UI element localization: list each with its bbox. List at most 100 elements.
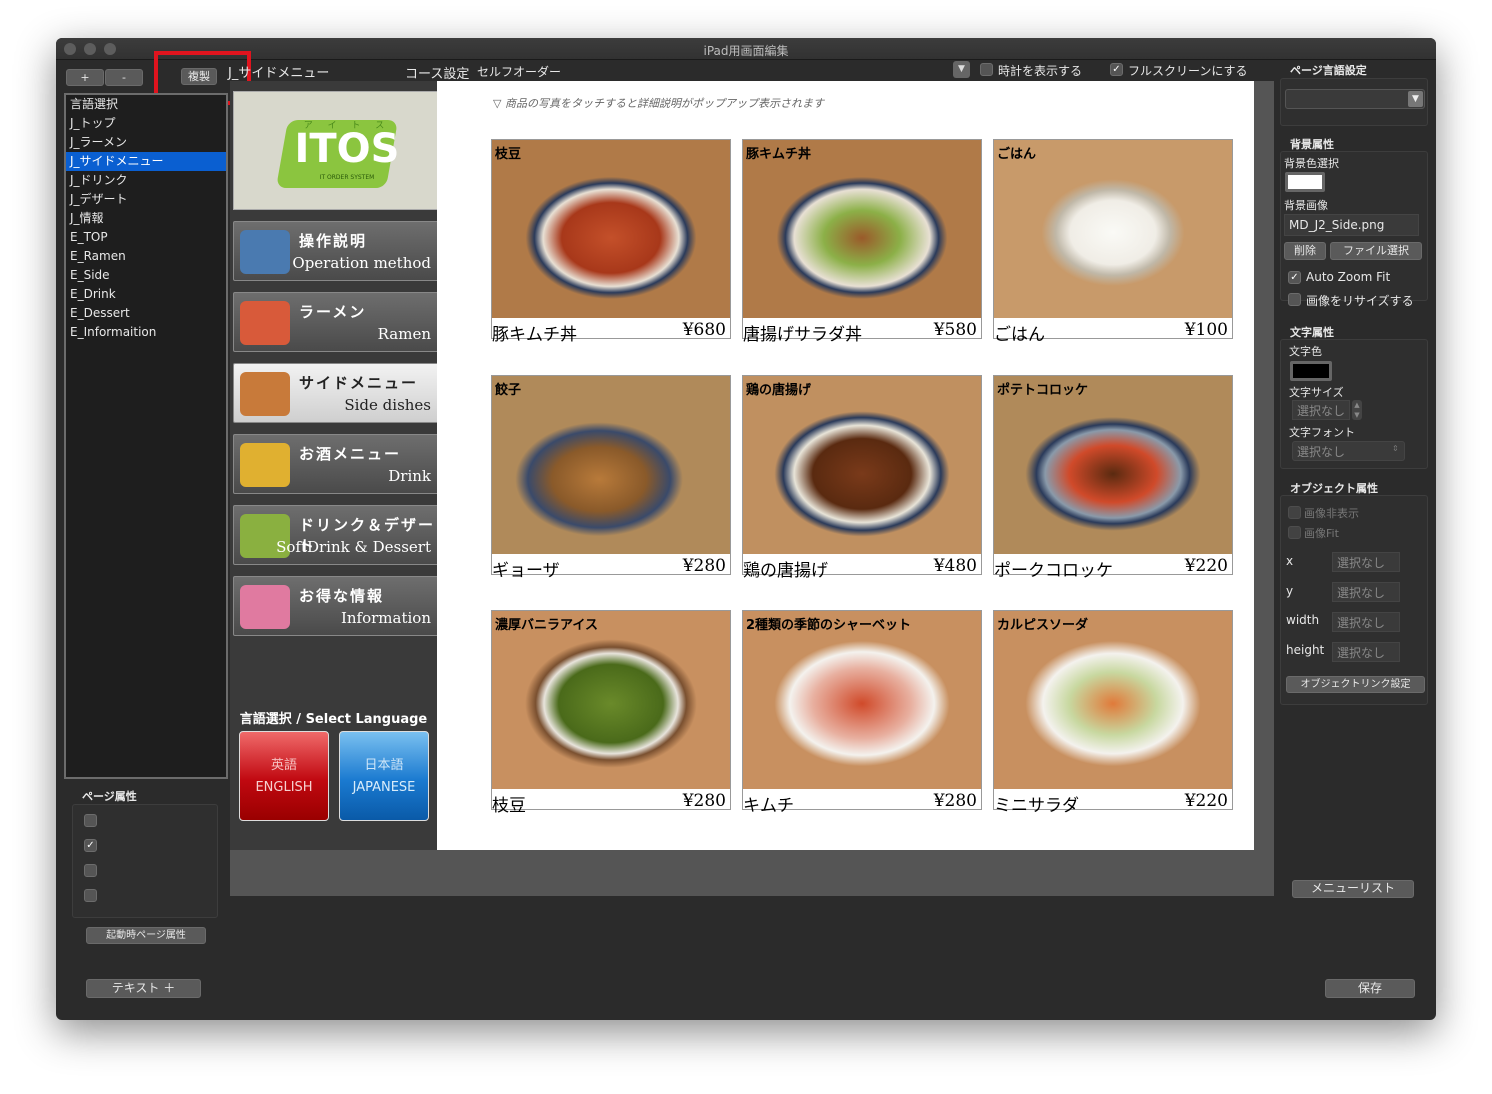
menu-item-photo[interactable] [994,140,1232,318]
hide-image-label: 画像非表示 [1304,507,1359,520]
bg-color-swatch[interactable] [1285,172,1325,192]
show-clock-checkbox[interactable] [980,63,993,76]
language-title: 言語選択 / Select Language [239,712,428,727]
menu-item-card[interactable]: 豚キムチ丼 唐揚げサラダ丼 ¥580 [742,139,982,345]
nav-button-operation[interactable]: 操作説明 Operation method [233,221,452,281]
nav-button-ramen[interactable]: ラーメン Ramen [233,292,452,352]
japanese-button-jp: 日本語 [364,758,404,773]
menu-item-photo[interactable] [994,376,1232,554]
delete-button[interactable]: 削除 [1284,242,1326,260]
nav-button-softdrink-dessert[interactable]: ドリンク＆デザート SoftDrink & Dessert [233,505,452,565]
app-window: iPad用画面編集 + - 複製 J_サイドメニュー コース設定 セルフオーダー… [56,38,1436,1020]
page-list-item[interactable]: E_Drink [66,285,226,304]
page-prop-checkbox-3[interactable] [84,864,97,877]
menu-item-photo[interactable] [743,140,981,318]
menu-item-photo[interactable] [994,611,1232,789]
hide-image-checkbox[interactable] [1288,506,1301,519]
page-list-item[interactable]: J_ラーメン [66,133,226,152]
menu-item-price: ¥280 [682,791,726,811]
page-list-item[interactable]: J_サイドメニュー [66,152,226,171]
page-lang-select[interactable] [1285,89,1425,109]
english-button[interactable]: 英語 ENGLISH [239,731,329,821]
page-lang-title: ページ言語設定 [1290,64,1367,77]
menu-item-card[interactable]: ポテトコロッケ ポークコロッケ ¥220 [993,375,1233,581]
page-list-item[interactable]: J_トップ [66,114,226,133]
nav-label-jp: お得な情報 [299,587,385,605]
menu-item-name: 枝豆 [492,796,526,816]
menu-item-card[interactable]: 枝豆 豚キムチ丼 ¥680 [491,139,731,345]
width-field[interactable]: 選択なし [1332,612,1400,632]
nav-label-en: Operation method [292,254,431,272]
text-color-swatch[interactable] [1290,361,1332,381]
page-list-item[interactable]: J_ドリンク [66,171,226,190]
nav-button-side-dishes[interactable]: サイドメニュー Side dishes [233,363,452,423]
menu-item-photo[interactable] [743,376,981,554]
menu-item-photo[interactable] [492,376,730,554]
y-field[interactable]: 選択なし [1332,582,1400,602]
fullscreen-checkbox[interactable]: ✓ [1110,63,1123,76]
menu-item-photo[interactable] [492,611,730,789]
menu-item-card[interactable]: 2種類の季節のシャーベット キムチ ¥280 [742,610,982,816]
japanese-button-label: JAPANESE [352,780,416,795]
menu-item-photo-label: 枝豆 [495,147,522,162]
nav-operation-icon [240,230,290,274]
page-list-item[interactable]: E_Ramen [66,247,226,266]
menu-item-card[interactable]: 濃厚バニラアイス 枝豆 ¥280 [491,610,731,816]
menu-item-name: 豚キムチ丼 [492,325,577,345]
menu-item-photo[interactable] [492,140,730,318]
ipad-canvas: ITOS ア イ ト ス IT ORDER SYSTEM 操作説明 Operati… [230,81,1274,896]
page-list-item[interactable]: E_Dessert [66,304,226,323]
japanese-button[interactable]: 日本語 JAPANESE [339,731,429,821]
menu-item-card[interactable]: 鶏の唐揚げ 鶏の唐揚げ ¥480 [742,375,982,581]
save-button[interactable]: 保存 [1325,979,1415,998]
add-page-button[interactable]: + [66,69,104,86]
bg-image-field[interactable]: MD_J2_Side.png [1284,214,1419,236]
x-field[interactable]: 選択なし [1332,552,1400,572]
menu-item-price: ¥280 [682,556,726,576]
logo-panel[interactable]: ITOS ア イ ト ス IT ORDER SYSTEM [233,91,454,210]
menu-item-name: 鶏の唐揚げ [743,561,828,581]
page-list[interactable]: 言語選択 J_トップ J_ラーメン J_サイドメニュー J_ドリンク J_デザート J_情報… [64,93,228,779]
nav-button-information[interactable]: お得な情報 Information [233,576,452,636]
nav-button-drink[interactable]: お酒メニュー Drink [233,434,452,494]
logo-ruby: ア イ ト ス [303,121,391,131]
text-font-select[interactable]: 選択なし [1292,441,1405,461]
obj-title: オブジェクト属性 [1290,482,1378,495]
page-name-field[interactable]: J_サイドメニュー [228,62,329,81]
page-prop-checkbox-4[interactable] [84,889,97,902]
file-select-button[interactable]: ファイル選択 [1330,242,1422,260]
menu-item-card[interactable]: 餃子 ギョーザ ¥280 [491,375,731,581]
page-lang-chevron-icon[interactable]: ▼ [1408,91,1423,107]
course-dropdown-chevron-icon[interactable]: ▼ [953,61,970,78]
page-list-item[interactable]: E_TOP [66,228,226,247]
x-label: x [1286,554,1294,568]
resize-checkbox[interactable] [1288,293,1301,306]
page-list-item[interactable]: J_デザート [66,190,226,209]
nav-drink-icon [240,443,290,487]
nav-label-en: Side dishes [344,396,431,414]
menu-item-card[interactable]: ごはん ごはん ¥100 [993,139,1233,345]
page-prop-checkbox-1[interactable] [84,814,97,827]
text-size-stepper-icon[interactable]: ▲ ▼ [1352,400,1362,420]
menu-item-photo-label: カルピスソーダ [997,618,1089,633]
text-size-field[interactable]: 選択なし [1292,400,1350,420]
menu-item-photo[interactable] [743,611,981,789]
startup-page-props-button[interactable]: 起動時ページ属性 [86,927,206,944]
bg-image-label: 背景画像 [1284,199,1328,212]
page-list-item[interactable]: E_Informaition [66,323,226,342]
course-select[interactable]: セルフオーダー [477,63,561,80]
object-link-button[interactable]: オブジェクトリンク設定 [1286,676,1425,693]
page-prop-checkbox-2[interactable]: ✓ [84,839,97,852]
height-field[interactable]: 選択なし [1332,642,1400,662]
add-text-button[interactable]: テキスト ＋ [86,979,201,998]
page-list-item[interactable]: J_情報 [66,209,226,228]
menu-item-name: 唐揚げサラダ丼 [743,325,862,345]
remove-page-button[interactable]: - [105,69,143,86]
auto-zoom-checkbox[interactable]: ✓ [1288,271,1301,284]
page-list-item[interactable]: 言語選択 [66,95,226,114]
menu-item-card[interactable]: カルピスソーダ ミニサラダ ¥220 [993,610,1233,816]
page-list-item[interactable]: E_Side [66,266,226,285]
menu-list-button[interactable]: メニューリスト [1292,880,1414,898]
image-fit-checkbox[interactable] [1288,526,1301,539]
resize-label: 画像をリサイズする [1306,294,1414,308]
